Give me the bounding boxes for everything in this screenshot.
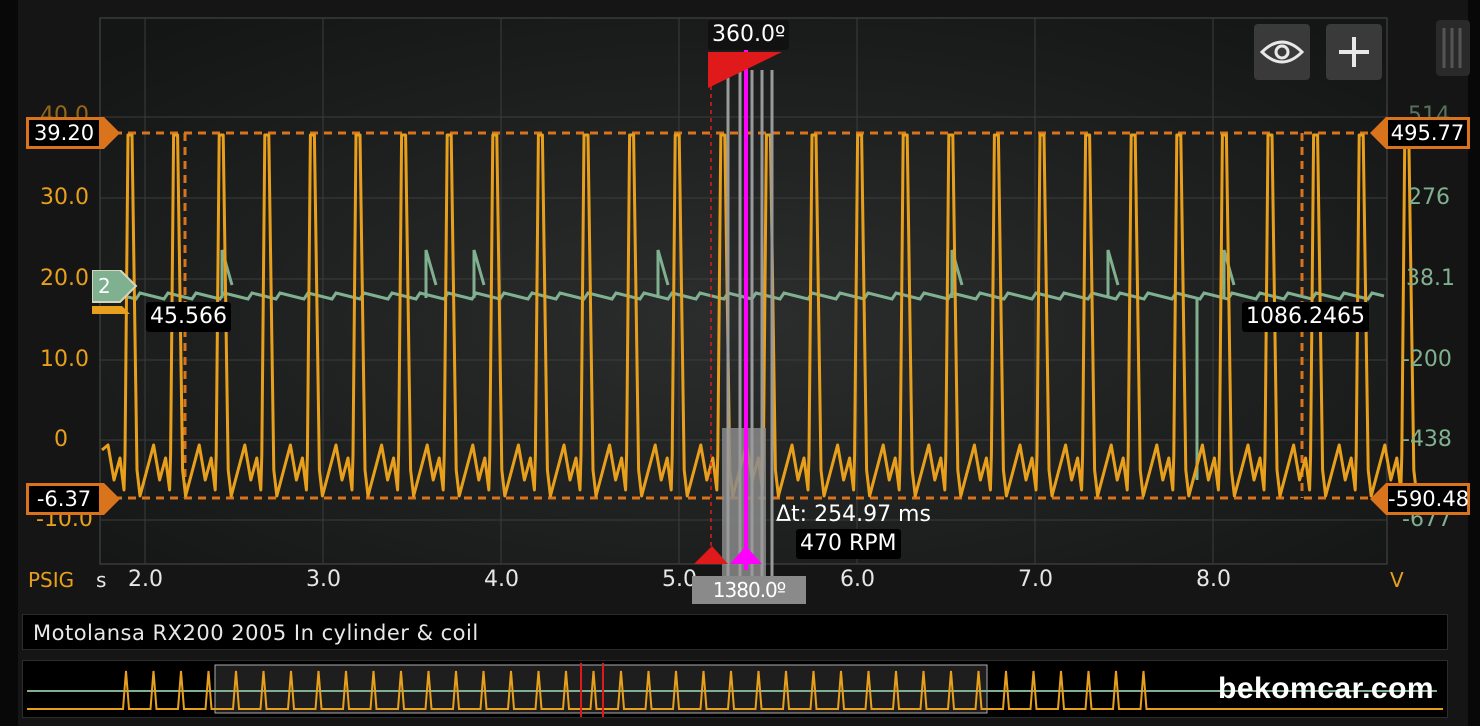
level-a-lower-value: -6.37 (29, 486, 99, 512)
level-flag-b-lower[interactable]: -590.48 (1370, 483, 1470, 515)
axis-a-tick: 10.0 (40, 347, 89, 372)
axis-b-tick: -438 (1402, 427, 1452, 452)
channel-2-badge[interactable]: 2 (92, 270, 138, 314)
toggle-visibility-button[interactable] (1254, 24, 1310, 80)
eye-icon (1260, 40, 1304, 64)
right-cursor-value: 1086.2465 (1242, 302, 1369, 332)
plus-icon (1339, 37, 1369, 67)
axis-b-tick: -200 (1402, 347, 1452, 372)
level-a-upper-value: 39.20 (29, 120, 99, 146)
level-b-upper-value: 495.77 (1388, 120, 1467, 146)
axis-b-tick: 38.1 (1406, 266, 1455, 291)
axis-a-tick: 0 (54, 427, 68, 452)
add-channel-button[interactable] (1326, 24, 1382, 80)
axis-a-tick: 30.0 (40, 185, 89, 210)
rpm-readout: 470 RPM (796, 529, 901, 559)
side-drawer-handle[interactable] (1436, 20, 1470, 76)
delta-time-readout: Δt: 254.97 ms (776, 502, 931, 527)
time-tick: 4.0 (484, 567, 519, 592)
axis-a-tick: 20.0 (40, 266, 89, 291)
time-tick: 6.0 (840, 567, 875, 592)
angle-label[interactable]: 360.0º (708, 20, 790, 50)
time-tick: 2.0 (128, 567, 163, 592)
capture-title: Motolansa RX200 2005 In cylinder & coil (33, 621, 479, 645)
level-flag-b-upper[interactable]: 495.77 (1370, 117, 1470, 149)
axis-a-unit: PSIG (28, 568, 75, 592)
level-flag-a-upper[interactable]: 39.20 (26, 117, 120, 149)
time-tick: 8.0 (1196, 567, 1231, 592)
time-tick: 3.0 (306, 567, 341, 592)
level-b-lower-value: -590.48 (1388, 486, 1470, 512)
watermark: bekomcar.com (1218, 672, 1435, 705)
capture-title-bar: Motolansa RX200 2005 In cylinder & coil (22, 614, 1448, 650)
left-cursor-value: 45.566 (146, 302, 231, 332)
axis-b-tick: 276 (1408, 185, 1450, 210)
channel-2-badge-label: 2 (98, 274, 111, 298)
time-tick: 7.0 (1018, 567, 1053, 592)
time-unit: s (96, 568, 107, 592)
level-flag-a-lower[interactable]: -6.37 (26, 483, 120, 515)
cursor-marker-labels: 1380.0º (692, 576, 806, 604)
axis-b-unit: V (1390, 568, 1404, 592)
